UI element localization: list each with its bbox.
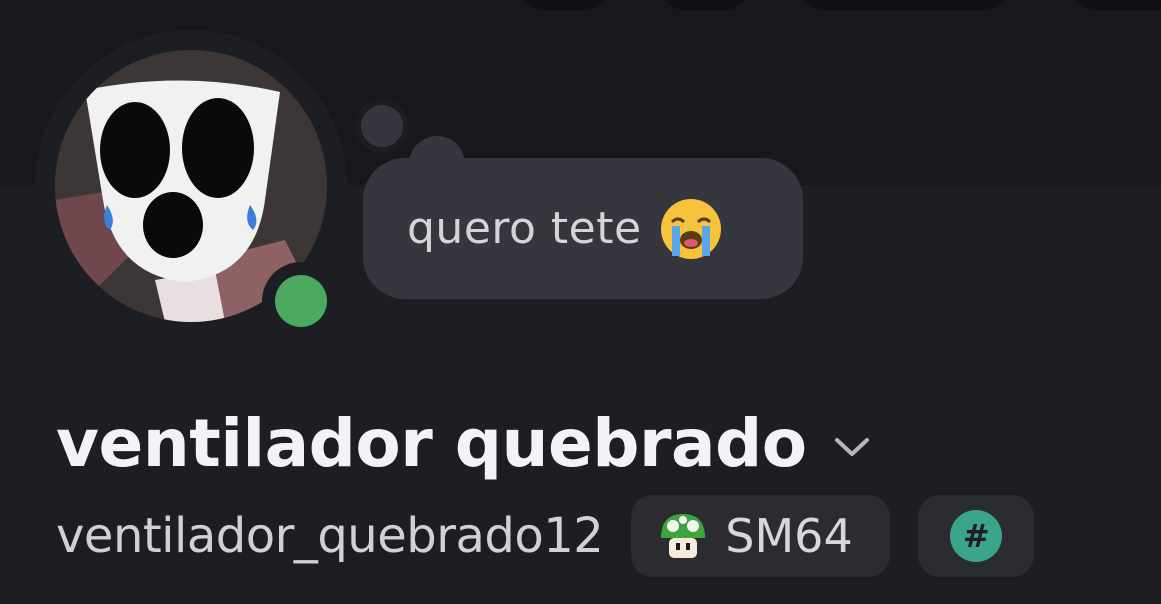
- banner-shape: [520, 0, 610, 10]
- display-name: ventilador quebrado: [56, 405, 807, 482]
- online-status-indicator: [275, 275, 327, 327]
- banner-shape: [800, 0, 1010, 10]
- custom-status-text: quero tete: [407, 203, 642, 254]
- thought-bubble-dot: [361, 105, 403, 147]
- hash-icon: #: [950, 510, 1003, 562]
- loudly-crying-face-icon: [660, 198, 721, 259]
- username: ventilador_quebrado12: [56, 508, 604, 564]
- custom-status-bubble[interactable]: quero tete: [363, 158, 803, 299]
- tag-label: SM64: [725, 509, 853, 563]
- username-row: ventilador_quebrado12 SM64 #: [56, 495, 1035, 577]
- tag-hashtag[interactable]: #: [918, 495, 1035, 577]
- tag-sm64[interactable]: SM64: [631, 495, 891, 577]
- banner-shape: [660, 0, 750, 10]
- display-name-row[interactable]: ventilador quebrado: [56, 405, 871, 482]
- chevron-down-icon[interactable]: [833, 436, 871, 458]
- banner-shape: [1070, 0, 1161, 10]
- mushroom-icon: [661, 514, 706, 558]
